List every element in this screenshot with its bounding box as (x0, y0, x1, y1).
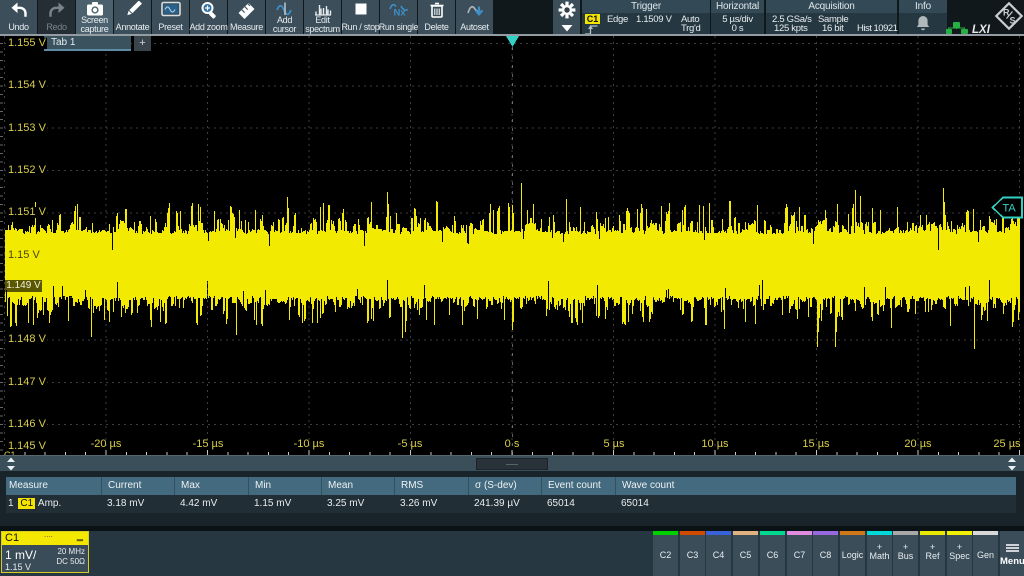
svg-text:Nx: Nx (393, 8, 406, 19)
svg-text:TA: TA (1003, 203, 1017, 215)
svg-text:LXI: LXI (972, 24, 991, 34)
svg-text:S: S (1010, 16, 1016, 26)
